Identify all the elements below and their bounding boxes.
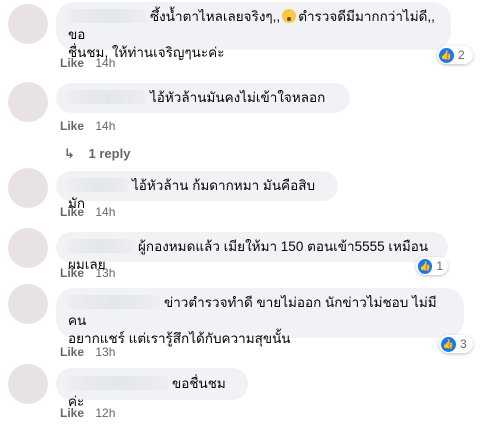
comment-meta: Like 14h bbox=[60, 56, 115, 70]
timestamp[interactable]: 12h bbox=[95, 406, 115, 420]
avatar[interactable] bbox=[8, 4, 48, 44]
commenter-name[interactable] bbox=[68, 90, 146, 104]
comment-text: ซึ้งน้ำตาไหลเลยจริงๆ,, bbox=[150, 9, 281, 24]
reaction-number: 1 bbox=[436, 259, 443, 273]
comment-bubble: ไอ้หัวล้าน ก้มดากหมา มันคือสิบมัก bbox=[56, 171, 338, 211]
like-button[interactable]: Like bbox=[60, 345, 84, 359]
reply-count[interactable]: 1 reply bbox=[89, 146, 131, 161]
like-button[interactable]: Like bbox=[60, 205, 84, 219]
avatar[interactable] bbox=[8, 228, 48, 268]
comment-meta: Like 14h bbox=[60, 119, 115, 133]
commenter-name[interactable] bbox=[68, 295, 160, 309]
reaction-number: 3 bbox=[460, 337, 467, 351]
timestamp[interactable]: 14h bbox=[95, 119, 115, 133]
thumbs-up-icon: 👍 bbox=[441, 336, 456, 352]
comment-bubble: ข่าวตำรวจทำดี ขายไม่ออก นักข่าวไม่ชอบ ไม… bbox=[56, 288, 464, 346]
reaction-count[interactable]: 👍 3 bbox=[439, 335, 473, 353]
reaction-count[interactable]: 👍 2 bbox=[437, 46, 473, 64]
timestamp[interactable]: 14h bbox=[95, 56, 115, 70]
comment-text-line2: อยากแชร์ แต่เรารู้สึกได้กับความสุขนั้น bbox=[68, 331, 291, 346]
comment-meta: Like 14h bbox=[60, 205, 115, 219]
comment-bubble: ซึ้งน้ำตาไหลเลยจริงๆ,, ตำรวจดีมีมากกว่าไม… bbox=[56, 2, 451, 60]
reply-arrow-icon: ↳ bbox=[64, 146, 75, 161]
comment-bubble: ไอ้หัวล้านมันคงไม่เข้าใจหลอก bbox=[56, 83, 350, 113]
comment-text: ไอ้หัวล้านมันคงไม่เข้าใจหลอก bbox=[150, 90, 326, 105]
view-replies[interactable]: ↳ 1 reply bbox=[64, 146, 130, 162]
like-button[interactable]: Like bbox=[60, 56, 84, 70]
like-button[interactable]: Like bbox=[60, 406, 84, 420]
like-button[interactable]: Like bbox=[60, 119, 84, 133]
timestamp[interactable]: 13h bbox=[95, 266, 115, 280]
commenter-name[interactable] bbox=[68, 376, 168, 390]
thumbs-up-icon: 👍 bbox=[418, 258, 433, 274]
avatar[interactable] bbox=[8, 82, 48, 122]
reaction-count[interactable]: 👍 1 bbox=[416, 257, 448, 275]
thumbs-up-icon: 👍 bbox=[439, 47, 454, 63]
comment-bubble: ผู้กองหมดแล้ว เมียให้มา 150 ตอนเข้า5555 … bbox=[56, 232, 448, 272]
like-button[interactable]: Like bbox=[60, 266, 84, 280]
commenter-name[interactable] bbox=[68, 239, 134, 253]
avatar[interactable] bbox=[8, 284, 48, 324]
comment-meta: Like 12h bbox=[60, 406, 115, 420]
crying-face-icon bbox=[282, 9, 297, 23]
commenter-name[interactable] bbox=[68, 9, 146, 23]
comment-meta: Like 13h bbox=[60, 345, 115, 359]
avatar[interactable] bbox=[8, 364, 48, 404]
reaction-number: 2 bbox=[458, 48, 465, 62]
avatar[interactable] bbox=[8, 168, 48, 208]
commenter-name[interactable] bbox=[68, 178, 128, 192]
comment-bubble: ขอชื่นชมค่ะ bbox=[56, 368, 248, 409]
comment-meta: Like 13h bbox=[60, 266, 115, 280]
timestamp[interactable]: 14h bbox=[95, 205, 115, 219]
timestamp[interactable]: 13h bbox=[95, 345, 115, 359]
